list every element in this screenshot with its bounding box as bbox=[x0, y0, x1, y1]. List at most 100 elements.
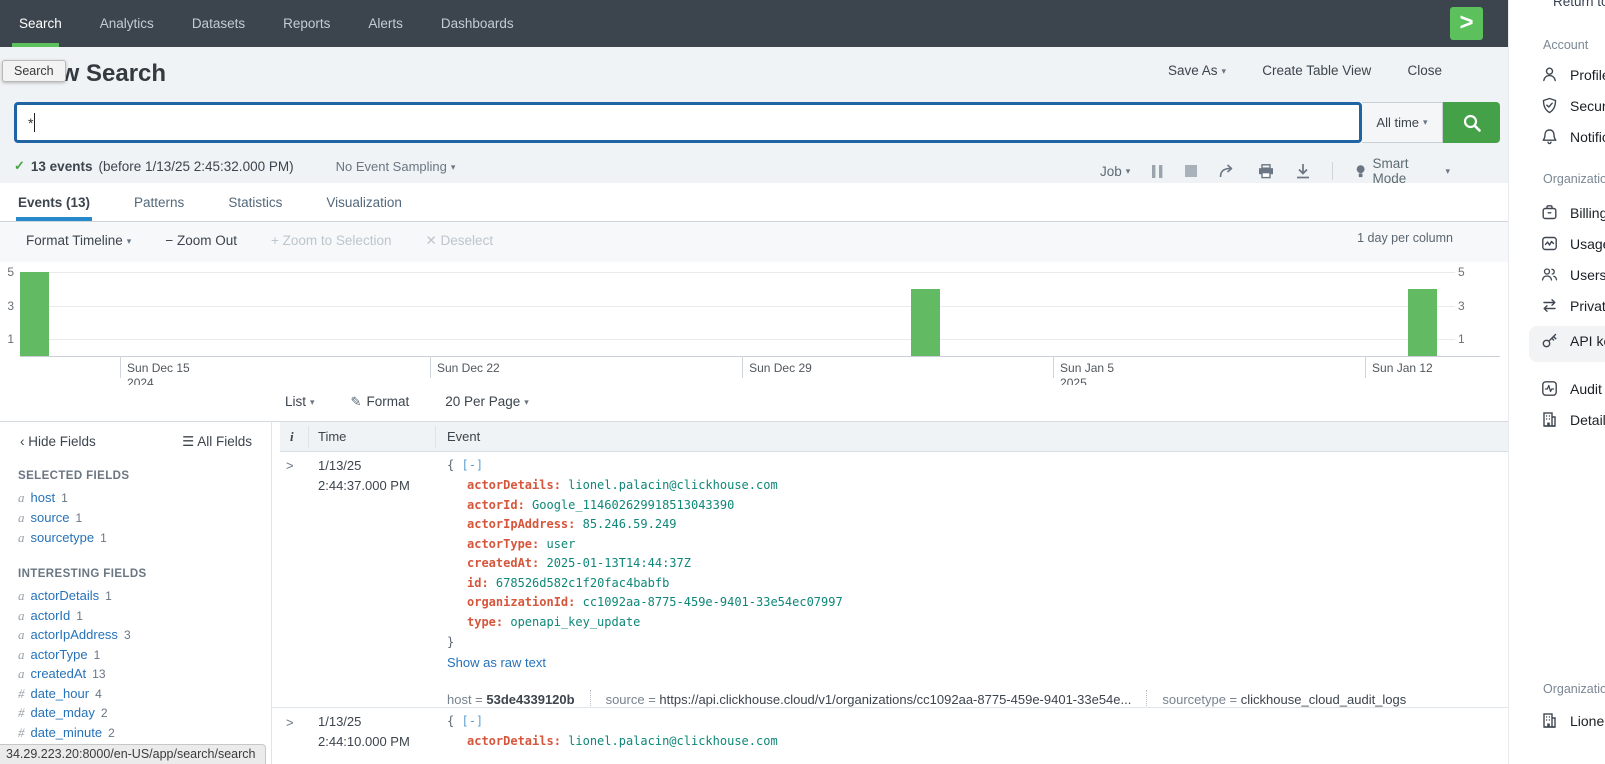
field-actorid[interactable]: aactorId1 bbox=[18, 608, 83, 628]
x-axis-tick-label: Sun Jan 12 bbox=[1372, 361, 1433, 376]
timeline-bar[interactable] bbox=[1408, 289, 1437, 356]
organization-footer-header: Organization bbox=[1543, 682, 1605, 696]
panel-item-details[interactable]: Details bbox=[1541, 411, 1605, 428]
panel-item-profile[interactable]: Profile bbox=[1541, 66, 1605, 83]
field-actordetails[interactable]: aactorDetails1 bbox=[18, 588, 112, 608]
meta-host-value[interactable]: 53de4339120b bbox=[486, 692, 574, 707]
search-icon bbox=[1462, 113, 1482, 133]
nav-item-dashboards[interactable]: Dashboards bbox=[422, 0, 533, 47]
screen: Search Analytics Datasets Reports Alerts… bbox=[0, 0, 1605, 764]
pause-button[interactable] bbox=[1152, 165, 1163, 178]
panel-item-usage[interactable]: Usage bbox=[1541, 235, 1605, 252]
nav-item-reports[interactable]: Reports bbox=[264, 0, 349, 47]
tab-statistics[interactable]: Statistics bbox=[226, 183, 284, 221]
export-button[interactable] bbox=[1296, 164, 1310, 179]
panel-item-current-org[interactable]: Lionel bbox=[1541, 712, 1605, 729]
x-icon: ✕ bbox=[425, 233, 436, 248]
panel-item-notifications[interactable]: Notifications bbox=[1541, 128, 1605, 145]
per-page-dropdown[interactable]: 20 Per Page▾ bbox=[445, 394, 529, 410]
field-actortype[interactable]: aactorType1 bbox=[18, 647, 100, 667]
deselect-button[interactable]: ✕ Deselect bbox=[425, 233, 493, 249]
panel-item-users[interactable]: Users bbox=[1541, 266, 1605, 283]
zoom-to-selection-button[interactable]: + Zoom to Selection bbox=[271, 233, 391, 249]
meta-sourcetype-value[interactable]: clickhouse_cloud_audit_logs bbox=[1241, 692, 1407, 707]
print-icon bbox=[1258, 164, 1274, 179]
panel-item-audit[interactable]: Audit bbox=[1541, 380, 1602, 397]
caret-down-icon: ▾ bbox=[310, 397, 315, 407]
y-axis-tick-label: 3 bbox=[0, 299, 14, 313]
json-pair: type: openapi_key_update bbox=[467, 615, 640, 629]
results-content: ‹ Hide Fields ☰ All Fields SELECTED FIEL… bbox=[0, 422, 1508, 764]
tab-visualization[interactable]: Visualization bbox=[324, 183, 404, 221]
caret-down-icon: ▾ bbox=[127, 236, 132, 246]
caret-down-icon: ▾ bbox=[1222, 66, 1227, 76]
tab-events[interactable]: Events (13) bbox=[16, 183, 92, 221]
field-date-hour[interactable]: #date_hour4 bbox=[18, 686, 102, 706]
field-sourcetype[interactable]: asourcetype1 bbox=[18, 530, 107, 550]
x-axis-tick bbox=[1365, 356, 1366, 378]
all-fields-link[interactable]: ☰ All Fields bbox=[182, 434, 252, 450]
show-raw-text-link[interactable]: Show as raw text bbox=[447, 655, 546, 670]
field-actoripaddress[interactable]: aactorIpAddress3 bbox=[18, 627, 131, 647]
zoom-out-button[interactable]: − Zoom Out bbox=[165, 233, 237, 249]
field-date-mday[interactable]: #date_mday2 bbox=[18, 705, 108, 725]
bell-icon bbox=[1541, 128, 1558, 145]
stop-button[interactable] bbox=[1185, 165, 1197, 177]
meta-source-value[interactable]: https://api.clickhouse.cloud/v1/organiza… bbox=[659, 692, 1131, 707]
panel-item-security[interactable]: Security bbox=[1541, 97, 1605, 114]
field-host[interactable]: ahost1 bbox=[18, 490, 68, 510]
y-axis-tick-label: 3 bbox=[1458, 299, 1472, 313]
column-info: i bbox=[290, 429, 294, 445]
search-query-text: * bbox=[28, 115, 33, 131]
save-as-button[interactable]: Save As▾ bbox=[1168, 63, 1226, 78]
expand-row-chevron[interactable]: > bbox=[286, 715, 294, 730]
time-range-picker[interactable]: All time▾ bbox=[1362, 102, 1443, 143]
nav-item-alerts[interactable]: Alerts bbox=[349, 0, 422, 47]
job-menu[interactable]: Job▾ bbox=[1100, 164, 1130, 179]
results-display-controls: List▾ ✎Format 20 Per Page▾ bbox=[0, 385, 1508, 422]
format-timeline-dropdown[interactable]: Format Timeline▾ bbox=[26, 233, 131, 249]
panel-item-api-keys[interactable]: API keys bbox=[1541, 332, 1605, 349]
json-pair: actorType: user bbox=[467, 537, 575, 551]
activity-icon bbox=[1541, 380, 1558, 397]
gridline bbox=[20, 272, 1455, 273]
splunk-logo-icon[interactable]: > bbox=[1450, 7, 1483, 40]
panel-item-billing[interactable]: Billing bbox=[1541, 204, 1605, 221]
timeline-bar[interactable] bbox=[911, 289, 940, 356]
events-count: 13 events bbox=[31, 159, 93, 174]
search-button[interactable] bbox=[1443, 102, 1500, 143]
json-collapse-link[interactable]: [-] bbox=[461, 458, 483, 472]
timeline-bar[interactable] bbox=[20, 272, 49, 356]
share-button[interactable] bbox=[1219, 164, 1236, 178]
events-timeline-chart: 113355Sun Dec 152024Sun Dec 22Sun Dec 29… bbox=[0, 262, 1508, 385]
print-button[interactable] bbox=[1258, 164, 1274, 179]
gridline bbox=[20, 306, 1455, 307]
panel-item-private-endpoints[interactable]: Private bbox=[1541, 297, 1605, 314]
x-axis-tick bbox=[430, 356, 431, 378]
return-to-link[interactable]: Return to bbox=[1553, 0, 1605, 9]
hide-fields-link[interactable]: ‹ Hide Fields bbox=[20, 434, 96, 450]
shield-check-icon bbox=[1541, 97, 1558, 114]
create-table-view-button[interactable]: Create Table View bbox=[1262, 63, 1371, 78]
close-button[interactable]: Close bbox=[1407, 63, 1442, 78]
events-status: ✓ 13 events (before 1/13/25 2:45:32.000 … bbox=[14, 158, 455, 174]
field-source[interactable]: asource1 bbox=[18, 510, 82, 530]
building-icon bbox=[1541, 712, 1558, 729]
nav-item-analytics[interactable]: Analytics bbox=[81, 0, 173, 47]
format-button[interactable]: ✎Format bbox=[351, 394, 410, 410]
expand-row-chevron[interactable]: > bbox=[286, 458, 294, 473]
tab-patterns[interactable]: Patterns bbox=[132, 183, 186, 221]
search-query-input[interactable]: * bbox=[14, 102, 1362, 143]
nav-item-search[interactable]: Search bbox=[0, 0, 81, 47]
json-collapse-link[interactable]: [-] bbox=[461, 714, 483, 728]
x-axis-tick bbox=[1053, 356, 1054, 378]
search-mode-dropdown[interactable]: Smart Mode▾ bbox=[1355, 156, 1450, 186]
timeline-controls: Format Timeline▾ − Zoom Out + Zoom to Se… bbox=[0, 222, 1508, 262]
field-createdat[interactable]: acreatedAt13 bbox=[18, 666, 106, 686]
nav-item-datasets[interactable]: Datasets bbox=[173, 0, 264, 47]
field-date-minute[interactable]: #date_minute2 bbox=[18, 725, 115, 745]
column-event: Event bbox=[447, 429, 480, 444]
event-sampling-dropdown[interactable]: No Event Sampling▾ bbox=[336, 159, 456, 174]
json-pair: id: 678526d582c1f20fac4babfb bbox=[467, 576, 669, 590]
list-type-dropdown[interactable]: List▾ bbox=[285, 394, 315, 410]
